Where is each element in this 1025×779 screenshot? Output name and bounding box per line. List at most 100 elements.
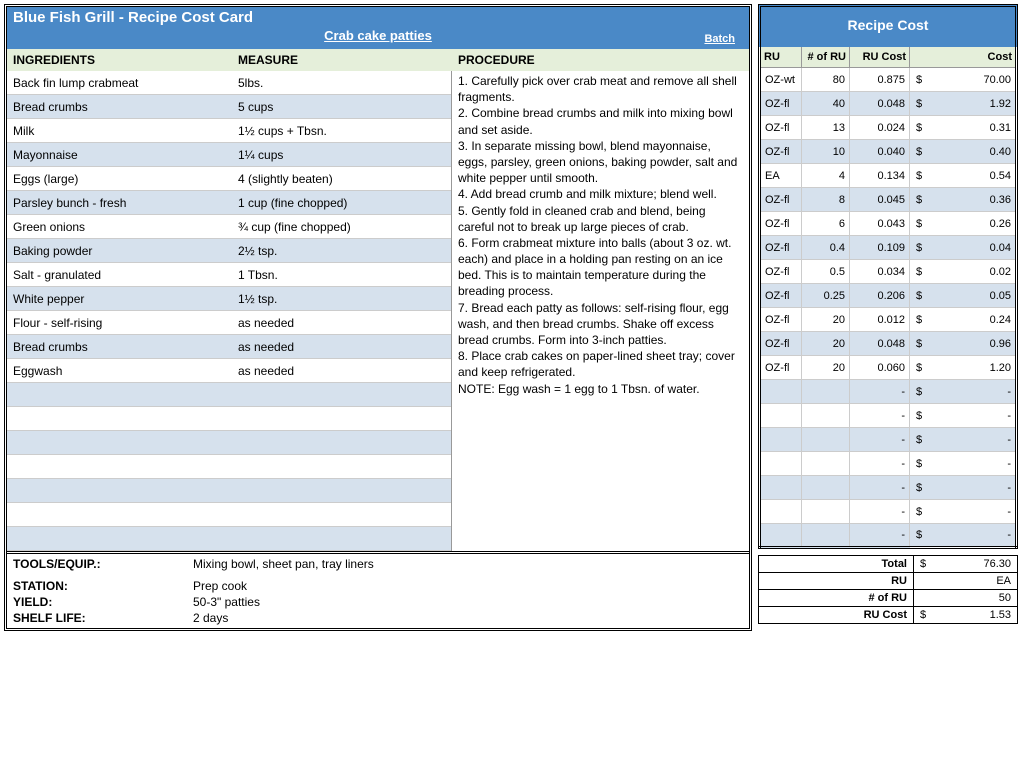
cost-row: -$- — [760, 524, 1017, 548]
procedure-column: 1. Carefully pick over crab meat and rem… — [452, 71, 749, 551]
ingredient-row — [7, 527, 451, 551]
cost-ru: OZ-wt — [760, 68, 802, 92]
card-title: Blue Fish Grill - Recipe Cost Card — [13, 9, 743, 26]
cost-row: -$- — [760, 404, 1017, 428]
cost-rucost: 0.034 — [850, 260, 910, 284]
cost-value: $- — [910, 428, 1017, 452]
cost-rucost: 0.109 — [850, 236, 910, 260]
station-value: Prep cook — [193, 579, 247, 593]
cost-rucost: 0.024 — [850, 116, 910, 140]
procedure-step: 4. Add bread crumb and milk mixture; ble… — [458, 186, 743, 202]
ingredient-row: Salt - granulated1 Tbsn. — [7, 263, 451, 287]
ingredient-row — [7, 407, 451, 431]
ingredient-row: Baking powder2½ tsp. — [7, 239, 451, 263]
cost-row: -$- — [760, 428, 1017, 452]
ingredient-row: Back fin lump crabmeat5lbs. — [7, 71, 451, 95]
cost-numru: 20 — [802, 332, 850, 356]
cost-numru: 8 — [802, 188, 850, 212]
cost-numru: 0.25 — [802, 284, 850, 308]
ingredient-name: Bread crumbs — [13, 340, 238, 354]
cost-numru — [802, 524, 850, 548]
cost-ru: OZ-fl — [760, 92, 802, 116]
ingredient-measure: 5 cups — [238, 100, 445, 114]
hdr-ingredients: INGREDIENTS — [13, 53, 238, 67]
cost-row: OZ-fl200.060$1.20 — [760, 356, 1017, 380]
title-bar: Blue Fish Grill - Recipe Cost Card Crab … — [7, 7, 749, 49]
ingredient-row — [7, 455, 451, 479]
cost-row: OZ-fl100.040$0.40 — [760, 140, 1017, 164]
cost-numru: 10 — [802, 140, 850, 164]
total-ru-value: EA — [914, 573, 1018, 590]
ingredient-row: Milk1½ cups + Tbsn. — [7, 119, 451, 143]
ingredient-row: Eggwashas needed — [7, 359, 451, 383]
station-label: STATION: — [13, 579, 193, 593]
ingredient-row — [7, 503, 451, 527]
cost-rucost: 0.206 — [850, 284, 910, 308]
batch-label: Batch — [704, 33, 735, 45]
tools-value: Mixing bowl, sheet pan, tray liners — [193, 557, 374, 571]
cost-value: $0.31 — [910, 116, 1017, 140]
tools-label: TOOLS/EQUIP.: — [13, 557, 193, 571]
cost-rucost: - — [850, 428, 910, 452]
cost-value: $0.96 — [910, 332, 1017, 356]
ingredient-measure: 5lbs. — [238, 76, 445, 90]
ingredient-row: Green onions¾ cup (fine chopped) — [7, 215, 451, 239]
cost-rucost: 0.043 — [850, 212, 910, 236]
total-ru-label: RU — [759, 573, 914, 590]
content-row: Back fin lump crabmeat5lbs.Bread crumbs5… — [7, 71, 749, 551]
cost-numru — [802, 476, 850, 500]
cost-value: $- — [910, 524, 1017, 548]
ingredient-row — [7, 383, 451, 407]
cost-value: $0.26 — [910, 212, 1017, 236]
totals-table: Total $76.30 RU EA # of RU 50 RU Cost $1… — [758, 555, 1018, 624]
recipe-name: Crab cake patties — [324, 28, 432, 43]
total-numru-label: # of RU — [759, 590, 914, 607]
shelf-label: SHELF LIFE: — [13, 611, 193, 625]
ingredient-measure: 1½ tsp. — [238, 292, 445, 306]
rc-hdr-ru: RU — [760, 47, 802, 68]
cost-rucost: - — [850, 452, 910, 476]
cost-ru: OZ-fl — [760, 260, 802, 284]
cost-value: $- — [910, 500, 1017, 524]
ingredient-measure: as needed — [238, 316, 445, 330]
total-value: $76.30 — [914, 556, 1018, 573]
column-headers: INGREDIENTS MEASURE PROCEDURE — [7, 49, 749, 71]
cost-ru: OZ-fl — [760, 116, 802, 140]
cost-rucost: 0.045 — [850, 188, 910, 212]
cost-rucost: - — [850, 524, 910, 548]
procedure-step: 2. Combine bread crumbs and milk into mi… — [458, 105, 743, 137]
cost-ru — [760, 500, 802, 524]
ingredient-measure: as needed — [238, 340, 445, 354]
total-rucost-label: RU Cost — [759, 607, 914, 624]
ingredient-name: Green onions — [13, 220, 238, 234]
cost-value: $- — [910, 476, 1017, 500]
cost-ru: OZ-fl — [760, 284, 802, 308]
cost-row: EA40.134$0.54 — [760, 164, 1017, 188]
cost-numru: 0.5 — [802, 260, 850, 284]
cost-row: OZ-wt800.875$70.00 — [760, 68, 1017, 92]
rc-hdr-rucost: RU Cost — [850, 47, 910, 68]
cost-ru — [760, 404, 802, 428]
cost-ru — [760, 428, 802, 452]
rc-hdr-numru: # of RU — [802, 47, 850, 68]
cost-ru: OZ-fl — [760, 308, 802, 332]
cost-value: $0.04 — [910, 236, 1017, 260]
hdr-measure: MEASURE — [238, 53, 458, 67]
cost-rucost: - — [850, 500, 910, 524]
cost-row: OZ-fl130.024$0.31 — [760, 116, 1017, 140]
cost-row: -$- — [760, 452, 1017, 476]
cost-rucost: - — [850, 380, 910, 404]
ingredient-row — [7, 431, 451, 455]
yield-label: YIELD: — [13, 595, 193, 609]
cost-ru: EA — [760, 164, 802, 188]
cost-rucost: 0.012 — [850, 308, 910, 332]
cost-panel: Recipe Cost RU # of RU RU Cost Cost OZ-w… — [758, 4, 1018, 631]
cost-numru: 6 — [802, 212, 850, 236]
cost-row: OZ-fl0.50.034$0.02 — [760, 260, 1017, 284]
recipe-panel: Blue Fish Grill - Recipe Cost Card Crab … — [4, 4, 752, 631]
ingredient-name: Bread crumbs — [13, 100, 238, 114]
cost-row: -$- — [760, 500, 1017, 524]
ingredient-measure: 1½ cups + Tbsn. — [238, 124, 445, 138]
cost-value: $1.92 — [910, 92, 1017, 116]
cost-row: OZ-fl0.250.206$0.05 — [760, 284, 1017, 308]
